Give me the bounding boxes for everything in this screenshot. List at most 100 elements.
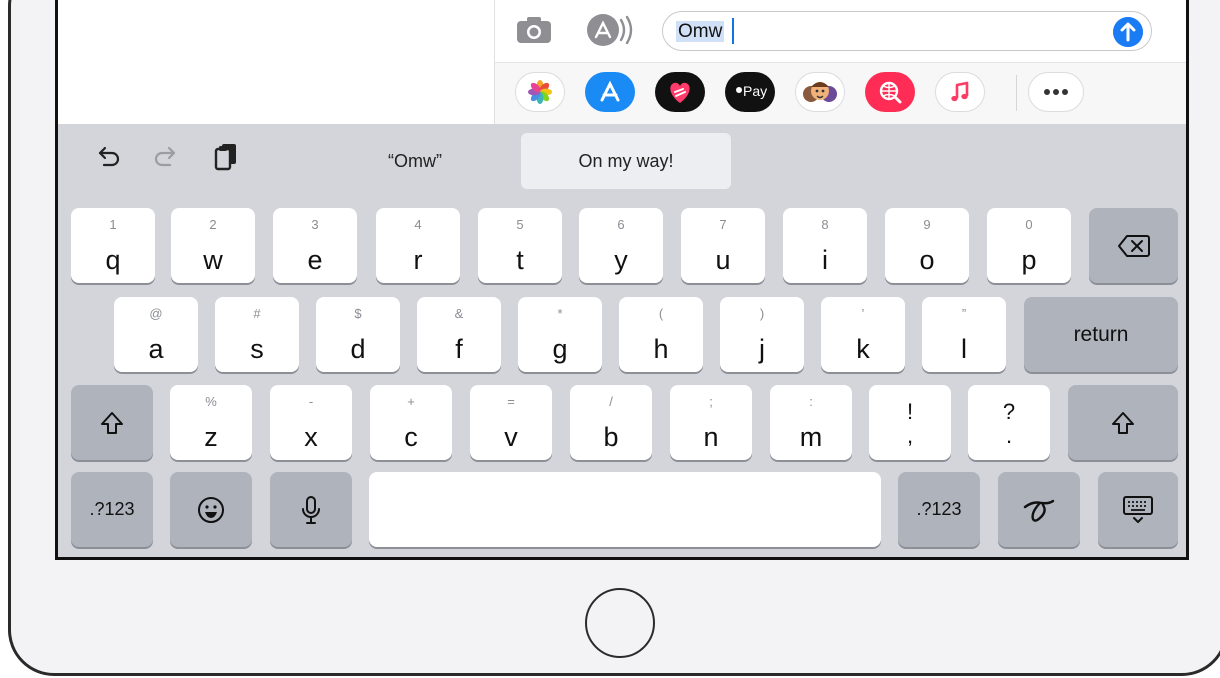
emoji-icon [170, 472, 252, 547]
more-apps-icon[interactable] [1028, 72, 1084, 112]
suggestion-autocorrect-label: On my way! [578, 150, 674, 171]
key-k[interactable]: ’ k [821, 297, 905, 372]
home-button[interactable] [585, 588, 655, 658]
key-l[interactable]: ” l [922, 297, 1006, 372]
key-label: v [504, 422, 518, 452]
key-b[interactable]: / b [570, 385, 652, 460]
key-hint: ; [709, 394, 713, 409]
microphone-icon [270, 472, 352, 547]
key-label: m [799, 422, 823, 452]
send-button-icon[interactable] [1113, 17, 1143, 47]
numbers-key-left[interactable]: .?123 [71, 472, 153, 547]
shift-icon [71, 385, 153, 460]
camera-icon[interactable] [517, 17, 551, 43]
key-m[interactable]: :m [770, 385, 852, 460]
photos-app-icon[interactable] [515, 72, 565, 112]
key-label: i [822, 245, 828, 275]
key-hint: - [308, 394, 314, 409]
shift-key-left[interactable] [71, 385, 153, 460]
key-n[interactable]: ; n [670, 385, 752, 460]
return-key[interactable]: return [1024, 297, 1178, 372]
key-hint: 4 [414, 217, 422, 232]
key-question-period[interactable]: ? . [968, 385, 1050, 460]
undo-icon[interactable] [90, 138, 126, 174]
numbers-key-label: .?123 [916, 499, 962, 519]
space-key[interactable] [369, 472, 881, 547]
key-hint: ’ [861, 306, 865, 321]
key-label: u [715, 245, 731, 275]
key-e[interactable]: 3e [273, 208, 357, 283]
key-hint: ” [961, 306, 967, 321]
keyboard: “Omw” On my way! 1q2w3e4r5t6y7u8i9o0p @ a… [58, 124, 1186, 557]
handwriting-key[interactable] [998, 472, 1080, 547]
key-exclamation-comma[interactable]: ! , [869, 385, 951, 460]
key-h[interactable]: (h [619, 297, 703, 372]
message-input-text: Omw [676, 21, 725, 42]
hide-keyboard-key[interactable] [1098, 472, 1178, 547]
key-hint: 8 [821, 217, 829, 232]
suggestion-literal-label: “Omw” [388, 150, 442, 171]
key-label: c [404, 422, 418, 452]
key-label: b [603, 422, 619, 452]
key-s[interactable]: # s [215, 297, 299, 372]
keyboard-dismiss-icon [1098, 472, 1178, 547]
key-label: o [919, 245, 935, 275]
key-label: w [203, 245, 223, 275]
key-hint: 2 [209, 217, 217, 232]
key-w[interactable]: 2w [171, 208, 255, 283]
digital-touch-app-icon[interactable] [655, 72, 705, 112]
key-u[interactable]: 7u [681, 208, 765, 283]
app-store-button-icon[interactable] [587, 14, 635, 46]
key-comma-bottom: , [906, 423, 914, 448]
key-hint: 7 [719, 217, 727, 232]
key-d[interactable]: $ d [316, 297, 400, 372]
key-q[interactable]: 1q [71, 208, 155, 283]
key-label: r [413, 245, 423, 275]
key-hint: * [557, 306, 563, 321]
key-o[interactable]: 9o [885, 208, 969, 283]
key-hint: : [809, 394, 813, 409]
key-exclamation-top: ! [906, 399, 914, 424]
paste-icon[interactable] [208, 138, 244, 174]
key-y[interactable]: 6y [579, 208, 663, 283]
screen: Omw Pay “Omw” On my way! 1 q 2 w 3 e 4 r… [55, 0, 1189, 560]
app-store-app-icon[interactable] [585, 72, 635, 112]
shift-key-right[interactable] [1068, 385, 1178, 460]
key-label: x [304, 422, 318, 452]
key-hint: ( [658, 306, 664, 321]
apple-pay-app-icon[interactable]: Pay [725, 72, 775, 112]
key-label: f [455, 334, 463, 364]
key-c[interactable]: + c [370, 385, 452, 460]
dictation-key[interactable] [270, 472, 352, 547]
key-label: p [1021, 245, 1037, 275]
compose-bar: Omw [495, 0, 1186, 63]
key-v[interactable]: = v [470, 385, 552, 460]
key-f[interactable]: & f [417, 297, 501, 372]
key-z[interactable]: % z [170, 385, 252, 460]
key-label: a [148, 334, 164, 364]
key-r[interactable]: 4r [376, 208, 460, 283]
key-p[interactable]: 0p [987, 208, 1071, 283]
web-images-app-icon[interactable] [865, 72, 915, 112]
key-x[interactable]: -x [270, 385, 352, 460]
key-a[interactable]: @ a [114, 297, 198, 372]
key-t[interactable]: 5t [478, 208, 562, 283]
redo-icon[interactable] [148, 138, 184, 174]
key-label: e [307, 245, 323, 275]
message-input[interactable]: Omw [662, 11, 1152, 51]
suggestion-literal[interactable]: “Omw” [322, 133, 508, 189]
key-label: l [961, 334, 967, 364]
key-label: k [856, 334, 870, 364]
key-label: d [350, 334, 366, 364]
key-g[interactable]: * g [518, 297, 602, 372]
music-app-icon[interactable] [935, 72, 985, 112]
handwriting-icon [998, 472, 1080, 547]
key-j[interactable]: ) j [720, 297, 804, 372]
delete-key[interactable] [1089, 208, 1178, 283]
suggestion-autocorrect[interactable]: On my way! [521, 133, 731, 189]
key-i[interactable]: 8i [783, 208, 867, 283]
numbers-key-right[interactable]: .?123 [898, 472, 980, 547]
emoji-key[interactable] [170, 472, 252, 547]
memoji-app-icon[interactable] [795, 72, 845, 112]
key-label: h [653, 334, 669, 364]
